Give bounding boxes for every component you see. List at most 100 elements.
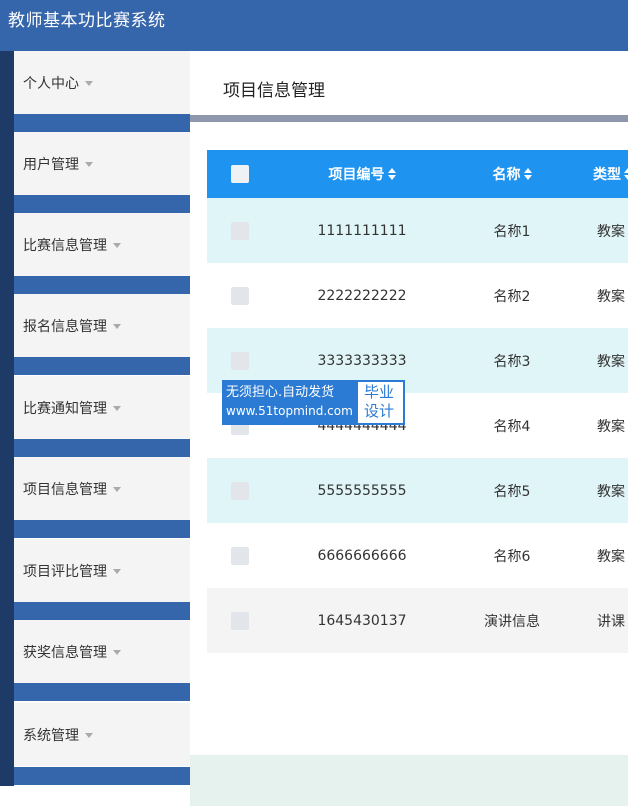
sidebar-divider bbox=[14, 114, 190, 132]
caret-down-icon bbox=[113, 487, 121, 492]
sidebar-divider bbox=[14, 357, 190, 375]
sidebar-edge bbox=[0, 620, 14, 701]
sidebar-item-label: 报名信息管理 bbox=[23, 318, 107, 335]
sidebar-item-system-management[interactable]: 系统管理 bbox=[14, 703, 190, 766]
sidebar-item-label: 系统管理 bbox=[23, 727, 79, 744]
column-header-code[interactable]: 项目编号 bbox=[307, 150, 417, 198]
row-select-cell bbox=[221, 588, 259, 653]
table-row[interactable]: 1111111111 名称1 教案 bbox=[207, 198, 628, 263]
select-all-cell bbox=[221, 150, 259, 198]
row-select-cell bbox=[221, 198, 259, 263]
caret-down-icon bbox=[113, 324, 121, 329]
column-header-label: 项目编号 bbox=[328, 167, 385, 183]
row-checkbox[interactable] bbox=[231, 221, 249, 240]
sidebar-item-label: 比赛信息管理 bbox=[23, 237, 107, 254]
watermark-url: www.51topmind.com bbox=[226, 404, 353, 418]
row-select-cell bbox=[221, 523, 259, 588]
table-row[interactable]: 5555555555 名称5 教案 bbox=[207, 458, 628, 523]
sidebar-divider bbox=[14, 602, 190, 620]
watermark-text-block: 无须担心.自动发货 www.51topmind.com bbox=[222, 380, 356, 425]
caret-down-icon bbox=[113, 243, 121, 248]
sidebar-edge bbox=[0, 701, 14, 786]
sidebar: 个人中心 用户管理 比赛信息管理 报名信息管理 比赛通知管理 项目信息管理 项目… bbox=[0, 51, 190, 806]
row-checkbox[interactable] bbox=[231, 481, 249, 500]
sidebar-edge bbox=[0, 538, 14, 620]
caret-down-icon bbox=[85, 162, 93, 167]
caret-down-icon bbox=[113, 569, 121, 574]
sidebar-item-project-evaluation[interactable]: 项目评比管理 bbox=[14, 539, 190, 602]
sidebar-divider bbox=[14, 439, 190, 457]
app-title: 教师基本功比赛系统 bbox=[8, 11, 166, 31]
column-header-name[interactable]: 名称 bbox=[472, 150, 552, 198]
page-divider bbox=[190, 115, 628, 122]
cell-code: 2222222222 bbox=[317, 287, 407, 304]
watermark-tag: 毕业 设计 bbox=[356, 380, 405, 425]
cell-name: 名称3 bbox=[493, 353, 531, 370]
select-all-checkbox[interactable] bbox=[231, 165, 249, 183]
cell-type: 教案 bbox=[597, 353, 625, 370]
row-checkbox[interactable] bbox=[231, 286, 249, 305]
sidebar-item-label: 个人中心 bbox=[23, 75, 79, 92]
sidebar-item-user-management[interactable]: 用户管理 bbox=[14, 132, 190, 195]
caret-down-icon bbox=[113, 650, 121, 655]
sidebar-divider bbox=[14, 195, 190, 213]
watermark-tag-top: 毕业 bbox=[364, 383, 395, 401]
cell-type: 教案 bbox=[597, 288, 625, 305]
sidebar-item-label: 用户管理 bbox=[23, 156, 79, 173]
row-select-cell bbox=[221, 458, 259, 523]
footer-band bbox=[190, 755, 628, 806]
main-content: 项目信息管理 项目编号 名称 类型 1111111111 名称1 教案 2222… bbox=[190, 51, 628, 806]
row-checkbox[interactable] bbox=[231, 546, 249, 565]
cell-name: 名称6 bbox=[493, 548, 531, 565]
cell-type: 讲课 bbox=[597, 613, 625, 630]
sort-icon bbox=[387, 168, 396, 180]
sidebar-edge bbox=[0, 213, 14, 294]
watermark-slogan: 无须担心.自动发货 bbox=[226, 385, 335, 400]
cell-name: 名称1 bbox=[493, 223, 531, 240]
table-row[interactable]: 1645430137 演讲信息 讲课 bbox=[207, 588, 628, 653]
sort-icon bbox=[523, 168, 532, 180]
column-header-label: 类型 bbox=[593, 167, 621, 183]
row-checkbox[interactable] bbox=[231, 611, 249, 630]
row-checkbox[interactable] bbox=[231, 351, 249, 370]
sidebar-item-label: 获奖信息管理 bbox=[23, 644, 107, 661]
cell-type: 教案 bbox=[597, 548, 625, 565]
table-row[interactable]: 2222222222 名称2 教案 bbox=[207, 263, 628, 328]
page-header: 项目信息管理 bbox=[190, 51, 628, 115]
sidebar-edge bbox=[0, 51, 14, 132]
page-title: 项目信息管理 bbox=[223, 81, 325, 101]
cell-code: 6666666666 bbox=[317, 547, 407, 564]
caret-down-icon bbox=[85, 81, 93, 86]
sidebar-item-competition-notice[interactable]: 比赛通知管理 bbox=[14, 376, 190, 439]
sidebar-item-label: 项目评比管理 bbox=[23, 563, 107, 580]
sidebar-edge bbox=[0, 375, 14, 457]
column-header-type[interactable]: 类型 bbox=[593, 150, 628, 198]
column-header-label: 名称 bbox=[492, 167, 521, 183]
cell-code: 1111111111 bbox=[317, 222, 407, 239]
cell-type: 教案 bbox=[597, 223, 625, 240]
table-row[interactable]: 6666666666 名称6 教案 bbox=[207, 523, 628, 588]
sidebar-item-registration-info[interactable]: 报名信息管理 bbox=[14, 294, 190, 357]
sidebar-item-personal-center[interactable]: 个人中心 bbox=[14, 51, 190, 114]
sidebar-item-competition-info[interactable]: 比赛信息管理 bbox=[14, 213, 190, 276]
sidebar-divider bbox=[14, 520, 190, 538]
sidebar-item-project-info[interactable]: 项目信息管理 bbox=[14, 457, 190, 520]
row-select-cell bbox=[221, 263, 259, 328]
sidebar-item-label: 项目信息管理 bbox=[23, 481, 107, 498]
cell-code: 1645430137 bbox=[317, 612, 407, 629]
caret-down-icon bbox=[113, 406, 121, 411]
cell-name: 名称5 bbox=[493, 483, 531, 500]
sidebar-divider bbox=[14, 767, 190, 785]
sidebar-edge bbox=[0, 457, 14, 538]
cell-type: 教案 bbox=[597, 483, 625, 500]
sidebar-divider bbox=[14, 276, 190, 294]
sidebar-edge bbox=[0, 294, 14, 375]
cell-name: 演讲信息 bbox=[484, 613, 540, 630]
caret-down-icon bbox=[85, 733, 93, 738]
sidebar-item-award-info[interactable]: 获奖信息管理 bbox=[14, 620, 190, 683]
app-header: 教师基本功比赛系统 bbox=[0, 0, 628, 51]
watermark-tag-bottom: 设计 bbox=[364, 402, 395, 420]
watermark-overlay: 无须担心.自动发货 www.51topmind.com 毕业 设计 bbox=[222, 380, 405, 425]
cell-code: 5555555555 bbox=[317, 482, 407, 499]
sidebar-item-label: 比赛通知管理 bbox=[23, 400, 107, 417]
